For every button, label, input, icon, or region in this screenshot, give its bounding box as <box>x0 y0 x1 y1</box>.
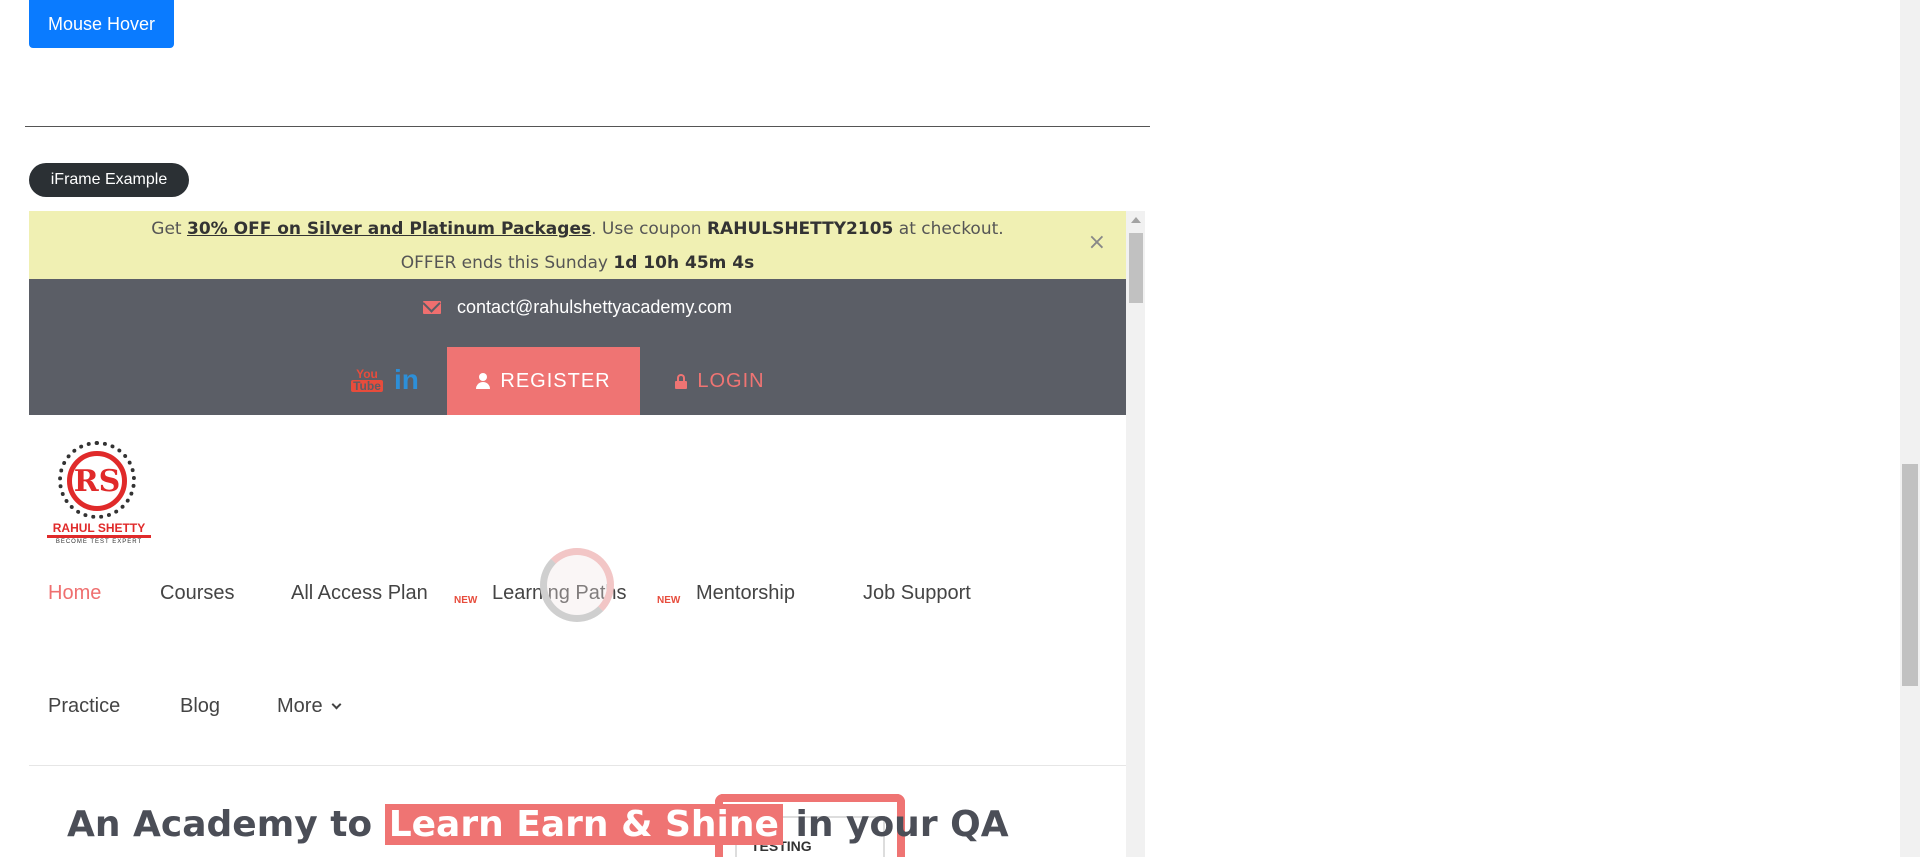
promo-banner: Get 30% OFF on Silver and Platinum Packa… <box>29 211 1126 279</box>
nav-divider <box>29 765 1126 766</box>
promo-ends-text: OFFER ends this Sunday <box>400 253 608 273</box>
promo-get-text: Get <box>151 219 182 239</box>
section-divider <box>25 126 1150 127</box>
promo-offer-link[interactable]: 30% OFF on Silver and Platinum Packages <box>187 219 591 239</box>
login-label: LOGIN <box>697 369 765 392</box>
nav-courses[interactable]: Courses <box>160 582 234 605</box>
courses-iframe[interactable]: Get 30% OFF on Silver and Platinum Packa… <box>29 211 1145 857</box>
register-label: REGISTER <box>500 369 611 392</box>
iframe-content: Get 30% OFF on Silver and Platinum Packa… <box>29 211 1126 857</box>
iframe-scrollbar[interactable] <box>1126 211 1145 857</box>
youtube-icon-tube: Tube <box>351 379 383 393</box>
logo-tagline: BECOME TEST EXPERT <box>55 539 143 545</box>
page-scrollbar[interactable] <box>1900 0 1920 857</box>
login-button[interactable]: LOGIN <box>640 347 800 415</box>
academy-logo[interactable]: RS RAHUL SHETTY BECOME TEST EXPERT <box>47 441 151 545</box>
hero-suffix: in your QA <box>795 804 1009 845</box>
scroll-up-arrow-icon[interactable] <box>1131 217 1141 223</box>
register-button[interactable]: REGISTER <box>447 347 640 415</box>
nav-all-access-plan[interactable]: All Access Plan <box>291 582 428 605</box>
new-badge-all-access: NEW <box>454 595 478 606</box>
promo-close-icon[interactable]: × <box>1088 231 1106 255</box>
new-badge-learning-paths: NEW <box>657 595 681 606</box>
iframe-scrollbar-thumb[interactable] <box>1129 233 1143 303</box>
contact-email-text: contact@rahulshettyacademy.com <box>456 297 733 317</box>
nav-more[interactable]: More <box>277 695 342 718</box>
nav-blog[interactable]: Blog <box>180 695 220 718</box>
linkedin-icon[interactable]: in <box>394 364 419 396</box>
nav-more-label: More <box>277 695 323 717</box>
nav-mentorship[interactable]: Mentorship <box>696 582 795 605</box>
chevron-down-icon <box>331 699 342 710</box>
promo-use-coupon-text: . Use coupon <box>591 219 702 239</box>
promo-line-offer: Get 30% OFF on Silver and Platinum Packa… <box>29 217 1126 241</box>
youtube-icon[interactable]: You Tube <box>351 365 383 395</box>
nav-practice[interactable]: Practice <box>48 695 120 718</box>
envelope-icon <box>422 301 441 314</box>
promo-line-countdown: OFFER ends this Sunday 1d 10h 45m 4s <box>29 251 1126 275</box>
hero-prefix: An Academy to <box>67 804 373 845</box>
hero-highlight: Learn Earn & Shine <box>384 804 783 845</box>
nav-job-support[interactable]: Job Support <box>863 582 971 605</box>
contact-topbar: contact@rahulshettyacademy.com You Tube … <box>29 279 1126 415</box>
social-links: You Tube in <box>351 364 419 396</box>
loading-spinner-icon <box>540 548 614 622</box>
user-icon <box>476 373 491 389</box>
page-scrollbar-thumb[interactable] <box>1902 464 1918 686</box>
mouse-hover-button[interactable]: Mouse Hover <box>29 0 174 48</box>
nav-home[interactable]: Home <box>48 582 101 605</box>
contact-email[interactable]: contact@rahulshettyacademy.com <box>29 297 1126 318</box>
promo-coupon-code: RAHULSHETTY2105 <box>706 219 894 239</box>
logo-name: RAHUL SHETTY <box>47 521 151 538</box>
logo-mark: RS <box>67 451 127 511</box>
hero-heading: An Academy to Learn Earn & Shine in your… <box>67 803 1009 847</box>
iframe-example-badge: iFrame Example <box>29 163 189 197</box>
promo-countdown: 1d 10h 45m 4s <box>613 253 755 273</box>
lock-icon <box>675 373 688 389</box>
promo-checkout-text: at checkout. <box>898 219 1004 239</box>
